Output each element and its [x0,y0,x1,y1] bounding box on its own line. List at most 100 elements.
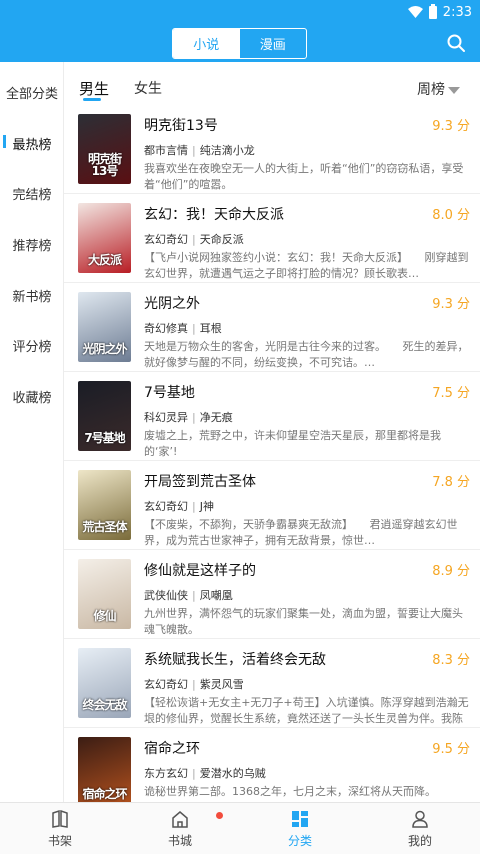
book-score: 8.3 分 [432,653,470,668]
nav-bookshelf[interactable]: 书架 [0,803,120,854]
nav-label: 我的 [407,833,432,848]
status-time: 2:33 [442,4,472,20]
book-cover: 荒古圣体 [78,470,131,540]
book-item[interactable]: 大反派 玄幻：我！天命大反派 8.0 分 玄幻奇幻 | 天命反派 【飞卢小说网独家签… [64,194,480,283]
book-title: 宿命之环 [144,741,200,757]
book-score: 8.0 分 [432,208,470,223]
tab-comic[interactable]: 漫画 [240,29,307,58]
book-cover: 大反派 [78,203,131,273]
book-category: 玄幻奇幻 [144,678,188,691]
sidebar-item-all[interactable]: 全部分类 [0,83,64,102]
app-header: 2:33 小说 漫画 [0,0,480,62]
book-category: 玄幻奇幻 [144,233,188,246]
meta-divider: | [192,500,196,513]
sidebar-item-recommend[interactable]: 推荐榜 [0,235,64,254]
book-author: 紫灵风雪 [199,678,244,691]
book-title: 明克街13号 [144,118,218,134]
book-meta: 武侠仙侠 | 凤嘲凰 [144,587,233,603]
cover-title: 大反派 [87,253,122,267]
sidebar-item-hot[interactable]: 最热榜 [0,134,64,153]
cover-title: 光阴之外 [82,342,127,356]
meta-divider: | [192,411,196,424]
book-meta: 奇幻修真 | 耳根 [144,320,222,336]
search-icon[interactable] [446,33,466,53]
tab-underline [83,98,101,101]
book-cover: 宿命之环 [78,737,131,807]
meta-divider: | [192,678,196,691]
book-title: 开局签到荒古圣体 [144,474,256,490]
meta-divider: | [192,322,196,335]
book-meta: 东方玄幻 | 爱潜水的乌贼 [144,765,266,781]
book-score: 7.8 分 [432,475,470,490]
book-author: 耳根 [199,322,222,335]
meta-divider: | [192,144,196,157]
wifi-icon [407,6,423,18]
sort-label: 周榜 [417,82,445,98]
book-list: 明克街13号 明克街13号 9.3 分 都市言情 | 纯洁滴小龙 我喜欢坐在夜晚空无… [64,105,480,817]
cover-title: 宿命之环 [82,787,127,801]
book-author: J神 [199,500,214,513]
book-meta: 科幻灵异 | 净无痕 [144,409,233,425]
book-author: 纯洁滴小龙 [199,144,255,157]
sidebar-item-rating[interactable]: 评分榜 [0,336,64,355]
sidebar-item-finished[interactable]: 完结榜 [0,184,64,203]
book-category: 东方玄幻 [144,767,188,780]
tab-male[interactable]: 男生 [79,78,109,99]
book-category: 奇幻修真 [144,322,188,335]
notification-dot [216,812,223,819]
book-title: 光阴之外 [144,296,200,312]
book-category: 都市言情 [144,144,188,157]
book-item[interactable]: 荒古圣体 开局签到荒古圣体 7.8 分 玄幻奇幻 | J神 【不废柴，不舔狗，天骄争… [64,461,480,550]
nav-label: 书城 [167,833,192,848]
book-item[interactable]: 光阴之外 光阴之外 9.3 分 奇幻修真 | 耳根 天地是万物众生的客舍，光阴是古往… [64,283,480,372]
nav-store[interactable]: 书城 [120,803,240,854]
book-title: 修仙就是这样子的 [144,563,256,579]
book-item[interactable]: 终会无敌 系统赋我长生，活着终会无敌 8.3 分 玄幻奇幻 | 紫灵风雪 【轻松诙谐… [64,639,480,728]
book-item[interactable]: 7号基地 7号基地 7.5 分 科幻灵异 | 净无痕 废墟之上，荒野之中，许未仰望星… [64,372,480,461]
book-score: 9.5 分 [432,742,470,757]
book-description: 我喜欢坐在夜晚空无一人的大街上，听着“他们”的窃窃私语，享受着“他们”的喧嚣。 [144,162,464,191]
bottom-nav: 书架 书城 分类 我的 [0,802,480,854]
tab-novel[interactable]: 小说 [173,29,240,58]
book-description: 【不废柴，不舔狗，天骄争霸暴爽无敌流】 君逍遥穿越玄幻世界，成为荒古世家神子，拥… [144,518,458,547]
book-cover: 明克街13号 [78,114,131,184]
gender-tabs: 男生 女生 周榜 [64,62,480,107]
ranking-sidebar: 全部分类 最热榜 完结榜 推荐榜 新书榜 评分榜 收藏榜 [0,62,64,802]
book-meta: 玄幻奇幻 | J神 [144,498,214,514]
book-meta: 都市言情 | 纯洁滴小龙 [144,142,255,158]
battery-icon [428,3,437,19]
nav-category[interactable]: 分类 [240,803,360,854]
book-score: 7.5 分 [432,386,470,401]
book-category: 武侠仙侠 [144,589,188,602]
sidebar-item-new[interactable]: 新书榜 [0,286,64,305]
meta-divider: | [192,589,196,602]
content-type-switch: 小说 漫画 [172,28,307,59]
book-author: 凤嘲凰 [199,589,233,602]
category-icon [292,810,308,827]
bookshelf-icon [52,809,68,828]
tab-female[interactable]: 女生 [134,78,162,98]
book-description: 【飞卢小说网独家签约小说：玄幻：我！天命大反派】 刚穿越到玄幻世界，就遭遇气运之… [144,251,469,280]
nav-profile[interactable]: 我的 [360,803,480,854]
caret-down-icon [448,86,460,94]
sort-dropdown[interactable]: 周榜 [417,79,460,99]
book-title: 系统赋我长生，活着终会无敌 [144,652,326,668]
book-item[interactable]: 明克街13号 明克街13号 9.3 分 都市言情 | 纯洁滴小龙 我喜欢坐在夜晚空无… [64,105,480,194]
book-description: 九州世界，满怀怨气的玩家们聚集一处，滴血为盟，誓要让大魔头魂飞魄散。 [144,607,463,636]
book-author: 爱潜水的乌贼 [199,767,266,780]
meta-divider: | [192,233,196,246]
cover-title: 终会无敌 [82,698,127,712]
book-cover: 修仙 [78,559,131,629]
cover-title: 明克街13号 [87,152,122,178]
status-bar: 2:33 [0,0,480,24]
book-category: 科幻灵异 [144,411,188,424]
book-cover: 7号基地 [78,381,131,451]
book-item[interactable]: 修仙 修仙就是这样子的 8.9 分 武侠仙侠 | 凤嘲凰 九州世界，满怀怨气的玩家们… [64,550,480,639]
nav-label: 分类 [287,833,312,848]
book-description: 天地是万物众生的客舍，光阴是古往今来的过客。 死生的差异，就好像梦与醒的不同，纷… [144,340,469,369]
sidebar-item-favorites[interactable]: 收藏榜 [0,387,64,406]
book-score: 8.9 分 [432,564,470,579]
book-description: 废墟之上，荒野之中，许未仰望星空浩天星辰，那里都将是我的‘家’! [144,429,441,458]
nav-label: 书架 [47,833,72,848]
book-category: 玄幻奇幻 [144,500,188,513]
